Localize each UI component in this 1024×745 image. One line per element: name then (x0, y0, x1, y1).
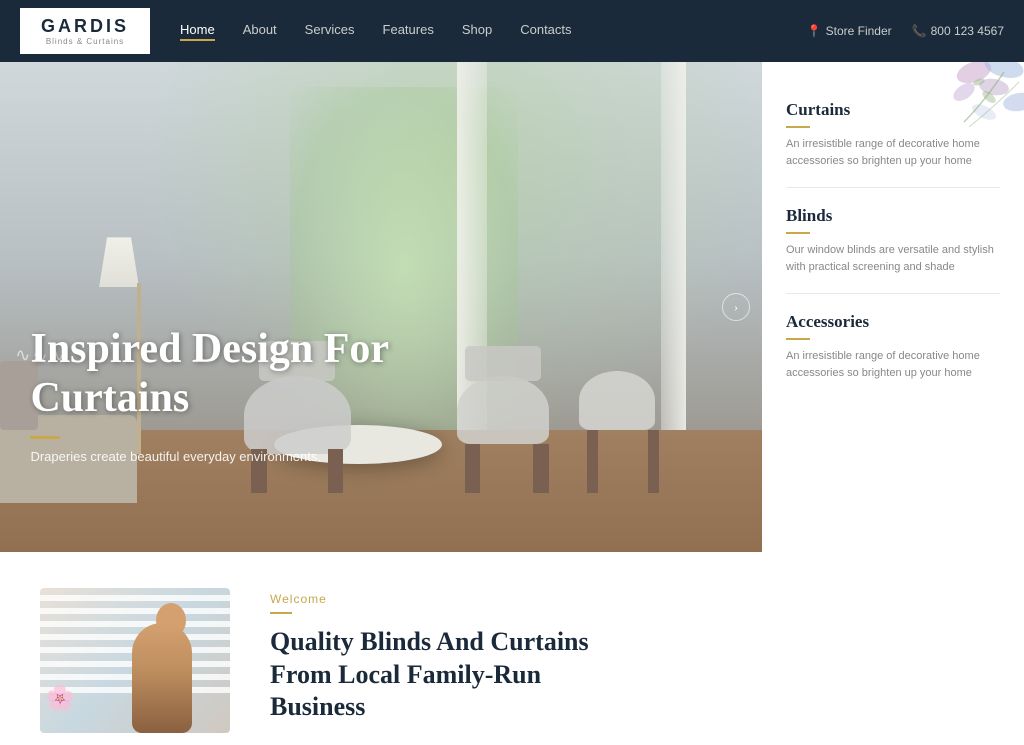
hero-heading: Inspired Design For Curtains (30, 325, 410, 422)
chair-leg-farl (587, 430, 598, 494)
nav-links: Home About Services Features Shop Contac… (180, 22, 807, 41)
nav-contacts[interactable]: Contacts (520, 22, 571, 41)
hero-side-panel: Curtains An irresistible range of decora… (762, 62, 1024, 552)
accessories-title: Accessories (786, 312, 1000, 332)
room-scene (0, 62, 762, 552)
chair-seat-far (579, 371, 655, 430)
nav-features[interactable]: Features (383, 22, 434, 41)
floral-decoration (874, 62, 1024, 172)
phone-icon: 📞 (912, 24, 927, 38)
chair-back-right (465, 346, 541, 380)
person-body (132, 623, 192, 733)
blind-slat-2 (40, 608, 230, 614)
welcome-label: Welcome (270, 592, 984, 606)
chair-leg-rr (533, 444, 548, 493)
welcome-heading: Quality Blinds And Curtains From Local F… (270, 626, 610, 724)
flower-decoration: 🌸 (45, 684, 75, 713)
nav-right: 📍 Store Finder 📞 800 123 4567 (807, 24, 1004, 38)
curtains-divider (786, 126, 810, 128)
brand-name: GARDIS (41, 16, 129, 37)
hero-subtext: Draperies create beautiful everyday envi… (30, 449, 410, 464)
side-panel-blinds[interactable]: Blinds Our window blinds are versatile a… (786, 188, 1000, 294)
chair-leg-rl (465, 444, 480, 493)
nav-about[interactable]: About (243, 22, 277, 41)
phone-number: 📞 800 123 4567 (912, 24, 1004, 38)
blinds-title: Blinds (786, 206, 1000, 226)
location-icon: 📍 (807, 24, 822, 38)
brand-subtitle: Blinds & Curtains (46, 37, 124, 46)
bottom-section: 🌸 Welcome Quality Blinds And Curtains Fr… (0, 552, 1024, 745)
hero-image: ∿∿∿ Inspired Design For Curtains Draperi… (0, 62, 762, 552)
hero-wrapper: ∿∿∿ Inspired Design For Curtains Draperi… (0, 62, 1024, 552)
nav-shop[interactable]: Shop (462, 22, 492, 41)
blinds-divider (786, 232, 810, 234)
chair-leg-farr (648, 430, 659, 494)
chair-seat-right (457, 376, 548, 445)
hero-divider (30, 436, 60, 439)
bottom-image: 🌸 (40, 588, 230, 733)
store-finder-button[interactable]: 📍 Store Finder (807, 24, 892, 38)
accessories-description: An irresistible range of decorative home… (786, 348, 1000, 381)
nav-home[interactable]: Home (180, 22, 215, 41)
nav-services[interactable]: Services (305, 22, 355, 41)
logo[interactable]: GARDIS Blinds & Curtains (20, 8, 150, 54)
bottom-text-block: Welcome Quality Blinds And Curtains From… (270, 588, 984, 709)
blinds-description: Our window blinds are versatile and styl… (786, 242, 1000, 275)
hero-text-block: Inspired Design For Curtains Draperies c… (30, 325, 410, 464)
lamp-shade (99, 237, 139, 287)
blind-slat-1 (40, 595, 230, 601)
blind-slat-3 (40, 621, 230, 627)
slider-next-button[interactable]: › (722, 293, 750, 321)
side-panel-accessories[interactable]: Accessories An irresistible range of dec… (786, 294, 1000, 399)
navbar: GARDIS Blinds & Curtains Home About Serv… (0, 0, 1024, 62)
welcome-divider (270, 612, 292, 614)
accessories-divider (786, 338, 810, 340)
